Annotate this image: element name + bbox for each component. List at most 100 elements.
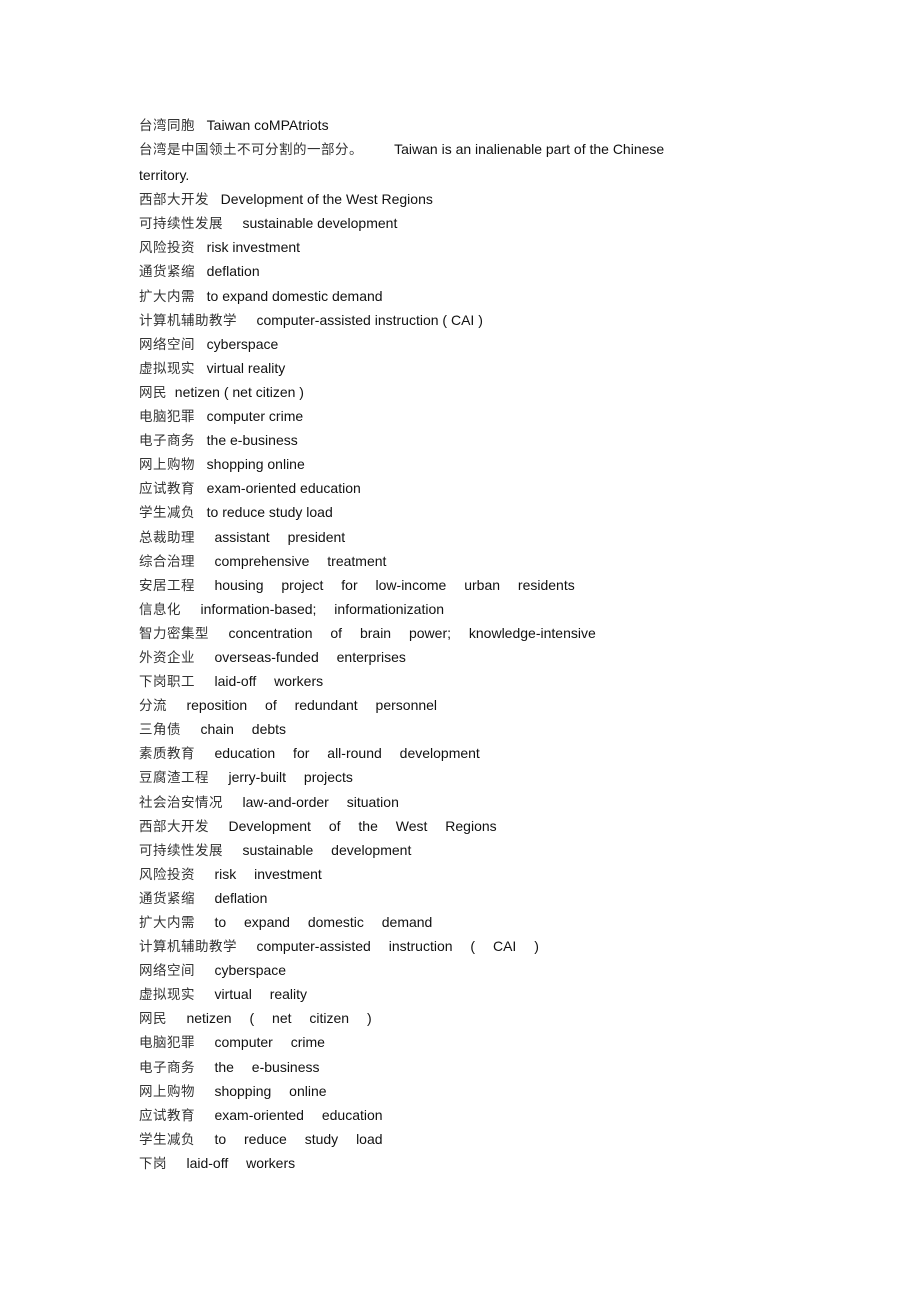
english-translation: cyberspace <box>214 962 287 979</box>
vocabulary-entry: 网络空间 cyberspace <box>139 333 699 357</box>
chinese-term: 计算机辅助教学 <box>139 312 237 329</box>
chinese-term: 分流 <box>139 698 167 715</box>
chinese-term: 信息化 <box>139 601 181 618</box>
vocabulary-entry: 外资企业 overseas-funded enterprises <box>139 646 699 670</box>
chinese-term: 扩大内需 <box>139 288 195 305</box>
vocabulary-entry: 学生减负 to reduce study load <box>139 501 699 525</box>
term-gap <box>209 191 221 207</box>
english-translation: virtual reality <box>206 359 286 376</box>
vocabulary-entry: 应试教育 exam-oriented education <box>139 477 699 501</box>
chinese-term: 网络空间 <box>139 336 195 353</box>
vocabulary-entry: 电脑犯罪 computer crime <box>139 1031 699 1055</box>
term-gap <box>195 456 207 472</box>
term-gap <box>167 1010 186 1026</box>
chinese-term: 网民 <box>139 384 167 401</box>
english-translation: netizen ( net citizen ) <box>186 1010 372 1027</box>
english-translation: Development of the West Regions <box>220 191 433 208</box>
vocabulary-entry: 网上购物 shopping online <box>139 453 699 477</box>
english-translation: netizen ( net citizen ) <box>174 383 304 400</box>
vocabulary-entry: 分流 reposition of redundant personnel <box>139 694 699 718</box>
term-gap <box>195 914 214 930</box>
english-translation: shopping online <box>206 456 305 473</box>
english-translation: to reduce study load <box>214 1130 383 1147</box>
term-gap <box>167 697 186 713</box>
english-translation: chain debts <box>200 721 287 738</box>
chinese-term: 计算机辅助教学 <box>139 939 237 956</box>
english-translation: virtual reality <box>214 986 308 1003</box>
term-gap <box>195 866 214 882</box>
vocabulary-entry: 网上购物 shopping online <box>139 1080 699 1104</box>
vocabulary-entry: 台湾是中国领土不可分割的一部分。 Taiwan is an inalienabl… <box>139 138 699 164</box>
term-gap <box>195 649 214 665</box>
english-translation: sustainable development <box>242 215 398 232</box>
term-gap <box>181 601 200 617</box>
english-translation: laid-off workers <box>214 673 324 690</box>
chinese-term: 应试教育 <box>139 1107 195 1124</box>
term-gap <box>167 384 175 400</box>
vocabulary-entry: territory. <box>139 164 699 188</box>
term-gap <box>195 432 207 448</box>
term-gap <box>195 1107 214 1123</box>
vocabulary-entry: 网民 netizen ( net citizen ) <box>139 1007 699 1031</box>
vocabulary-entry: 西部大开发 Development of the West Regions <box>139 188 699 212</box>
english-translation: comprehensive treatment <box>214 552 387 569</box>
vocabulary-entry: 下岗职工 laid-off workers <box>139 670 699 694</box>
vocabulary-entry: 虚拟现实 virtual reality <box>139 983 699 1007</box>
term-gap <box>209 769 228 785</box>
chinese-term: 智力密集型 <box>139 625 209 642</box>
vocabulary-entry: 学生减负 to reduce study load <box>139 1128 699 1152</box>
term-gap <box>195 962 214 978</box>
term-gap <box>195 529 214 545</box>
chinese-term: 风险投资 <box>139 240 195 257</box>
term-gap <box>195 263 207 279</box>
chinese-term: 通货紧缩 <box>139 890 195 907</box>
vocabulary-entry: 通货紧缩 deflation <box>139 887 699 911</box>
term-gap <box>195 360 207 376</box>
vocabulary-entry: 风险投资 risk investment <box>139 863 699 887</box>
english-translation: Taiwan coMPAtriots <box>206 117 329 133</box>
vocabulary-entry: 计算机辅助教学 computer-assisted instruction ( … <box>139 935 699 959</box>
vocabulary-entry: 风险投资 risk investment <box>139 236 699 260</box>
vocabulary-entry: 豆腐渣工程 jerry-built projects <box>139 766 699 790</box>
term-gap <box>195 408 207 424</box>
chinese-term: 台湾同胞 <box>139 118 195 134</box>
english-translation: cyberspace <box>206 335 279 352</box>
vocabulary-list: 台湾同胞 Taiwan coMPAtriots 台湾是中国领土不可分割的一部分。 … <box>139 114 699 1176</box>
english-translation: deflation <box>214 889 268 906</box>
term-gap <box>195 1083 214 1099</box>
term-gap <box>195 577 214 593</box>
english-translation: computer crime <box>214 1034 325 1051</box>
vocabulary-entry: 应试教育 exam-oriented education <box>139 1104 699 1128</box>
vocabulary-entry: 台湾同胞 Taiwan coMPAtriots <box>139 114 699 138</box>
term-gap <box>195 117 207 133</box>
vocabulary-entry: 可持续性发展 sustainable development <box>139 839 699 863</box>
term-gap <box>223 794 242 810</box>
english-translation: jerry-built projects <box>228 769 353 786</box>
english-translation: assistant president <box>214 528 346 545</box>
chinese-term: 虚拟现实 <box>139 987 195 1004</box>
vocabulary-entry: 信息化 information-based; informationizatio… <box>139 598 699 622</box>
term-gap <box>195 1034 214 1050</box>
english-translation: to reduce study load <box>206 504 333 521</box>
english-translation: law-and-order situation <box>242 793 399 810</box>
chinese-term: 虚拟现实 <box>139 360 195 377</box>
term-gap <box>223 842 242 858</box>
english-translation: information-based; informationization <box>200 600 445 617</box>
chinese-term: 网上购物 <box>139 1083 195 1100</box>
english-translation: deflation <box>206 263 260 280</box>
term-gap <box>195 336 207 352</box>
chinese-term: 社会治安情况 <box>139 794 223 811</box>
chinese-term: 电脑犯罪 <box>139 409 195 426</box>
term-gap <box>195 890 214 906</box>
vocabulary-entry: 综合治理 comprehensive treatment <box>139 550 699 574</box>
english-translation: exam-oriented education <box>206 480 361 497</box>
term-gap <box>195 288 207 304</box>
chinese-term: 素质教育 <box>139 746 195 763</box>
term-gap <box>195 673 214 689</box>
term-gap <box>195 1131 214 1147</box>
term-gap <box>237 312 256 328</box>
term-gap <box>167 1155 186 1171</box>
chinese-term: 外资企业 <box>139 649 195 666</box>
english-translation: the e-business <box>206 432 298 449</box>
term-gap <box>237 938 256 954</box>
